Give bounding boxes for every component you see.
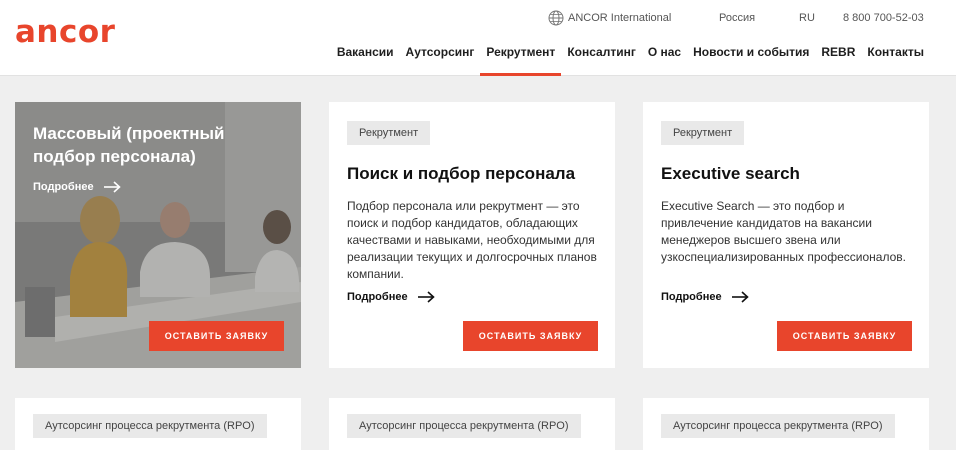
international-label: ANCOR International — [568, 12, 672, 24]
service-card-mass-recruitment[interactable]: Массовый (проектный подбор персонала) По… — [15, 102, 301, 368]
phone-number[interactable]: 8 800 700-52-03 — [843, 12, 924, 24]
service-card-recruitment[interactable]: Рекрутмент Поиск и подбор персонала Подб… — [329, 102, 615, 368]
category-tag[interactable]: Аутсорсинг процесса рекрутмента (RPO) — [661, 414, 895, 438]
service-card-rpo[interactable]: Аутсорсинг процесса рекрутмента (RPO) — [329, 398, 615, 450]
service-card-rpo[interactable]: Аутсорсинг процесса рекрутмента (RPO) — [15, 398, 301, 450]
nav-item-recruitment[interactable]: Рекрутмент — [480, 44, 562, 76]
globe-icon — [548, 10, 564, 26]
main-nav: Вакансии Аутсорсинг Рекрутмент Консалтин… — [331, 44, 930, 76]
more-link[interactable]: Подробнее — [661, 291, 749, 303]
category-tag[interactable]: Аутсорсинг процесса рекрутмента (RPO) — [33, 414, 267, 438]
service-card-rpo[interactable]: Аутсорсинг процесса рекрутмента (RPO) — [643, 398, 929, 450]
language-selector[interactable]: RU — [799, 12, 815, 24]
category-tag[interactable]: Аутсорсинг процесса рекрутмента (RPO) — [347, 414, 581, 438]
more-link[interactable]: Подробнее — [347, 291, 435, 303]
submit-request-button[interactable]: ОСТАВИТЬ ЗАЯВКУ — [463, 321, 598, 351]
service-card-executive-search[interactable]: Рекрутмент Executive search Executive Se… — [643, 102, 929, 368]
nav-item-contacts[interactable]: Контакты — [861, 44, 930, 76]
card-title: Executive search — [661, 164, 800, 183]
arrow-right-icon — [731, 291, 749, 303]
arrow-right-icon — [103, 181, 121, 193]
card-title: Массовый (проектный подбор персонала) — [33, 124, 225, 166]
nav-item-consulting[interactable]: Консалтинг — [561, 44, 642, 76]
nav-item-news[interactable]: Новости и события — [687, 44, 815, 76]
category-tag[interactable]: Рекрутмент — [661, 121, 745, 145]
category-tag[interactable]: Рекрутмент — [347, 121, 431, 145]
submit-request-button[interactable]: ОСТАВИТЬ ЗАЯВКУ — [149, 321, 284, 351]
more-link[interactable]: Подробнее — [33, 181, 121, 193]
nav-item-outsourcing[interactable]: Аутсорсинг — [400, 44, 481, 76]
nav-item-rebr[interactable]: REBR — [815, 44, 861, 76]
more-label: Подробнее — [33, 181, 94, 193]
nav-item-about[interactable]: О нас — [642, 44, 687, 76]
international-link[interactable]: ANCOR International — [548, 10, 671, 26]
more-label: Подробнее — [347, 291, 408, 303]
card-description: Executive Search — это подбор и привлече… — [661, 199, 906, 264]
submit-request-button[interactable]: ОСТАВИТЬ ЗАЯВКУ — [777, 321, 912, 351]
header-top-row: ANCOR International Россия RU 8 800 700-… — [0, 10, 956, 26]
nav-item-vacancies[interactable]: Вакансии — [331, 44, 400, 76]
card-title: Поиск и подбор персонала — [347, 164, 576, 183]
more-label: Подробнее — [661, 291, 722, 303]
site-header: ancor ANCOR International Россия RU 8 80… — [0, 0, 956, 76]
card-description: Подбор персонала или рекрутмент — это по… — [347, 199, 597, 281]
arrow-right-icon — [417, 291, 435, 303]
country-selector[interactable]: Россия — [719, 12, 755, 24]
